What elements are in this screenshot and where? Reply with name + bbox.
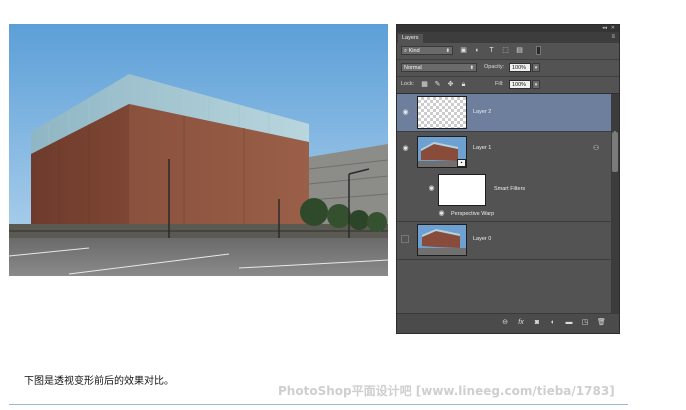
layer-name: Layer 0 [473, 236, 492, 242]
layers-list: ◉ Layer 2 ◉ ▪ Layer 1 ⚇ ◉ Smart Filters … [397, 94, 611, 315]
filter-name[interactable]: Perspective Warp [451, 211, 494, 217]
blend-mode-value: Normal [404, 65, 422, 71]
lock-brush-icon[interactable]: ✎ [433, 80, 442, 89]
lock-move-icon[interactable]: ✥ [446, 80, 455, 89]
chevron-down-icon: ⬍ [469, 65, 474, 71]
image-icon[interactable]: ▣ [459, 46, 468, 55]
filter-row: ⌕ Kind ⬍ ▣ ◐ T ⬚ ▤ [397, 43, 619, 60]
layers-bottom-toolbar: ⊖ fx ◙ ◐ ▬ ◳ 🗑︎ [397, 313, 619, 333]
opacity-slider-toggle[interactable]: ▾ [532, 63, 540, 72]
link-icon[interactable]: ⊖ [501, 319, 509, 327]
layers-scrollbar[interactable]: ▲ [611, 94, 619, 315]
layer-name: Layer 1 [473, 145, 492, 151]
fill-slider-toggle[interactable]: ▾ [532, 80, 540, 89]
blend-mode-dropdown[interactable]: Normal ⬍ [401, 63, 477, 72]
layer-thumbnail [417, 224, 467, 256]
fill-input[interactable]: 100% [509, 80, 531, 89]
layer-thumbnail [417, 96, 467, 129]
search-icon: ⌕ [404, 48, 408, 54]
folder-icon[interactable]: ▬ [565, 319, 573, 327]
lock-row: Lock: ▦ ✎ ✥ 🔒︎ Fill: 100% ▾ [397, 77, 619, 94]
opacity-input[interactable]: 100% [509, 63, 531, 72]
watermark-text: PhotoShop平面设计吧 [www.lineeg.com/tieba/178… [278, 384, 615, 398]
layer-row-layer-2[interactable]: ◉ Layer 2 [397, 94, 611, 132]
fill-label: Fill: [495, 81, 504, 87]
smart-filters-row[interactable]: ◉ Smart Filters ◉ Perspective Warp [397, 171, 611, 222]
filter-kind-label: Kind [408, 48, 420, 54]
layer-row-layer-0[interactable]: Layer 0 [397, 221, 611, 260]
layer-name: Layer 2 [473, 109, 492, 115]
blend-row: Normal ⬍ Opacity: 100% ▾ [397, 60, 619, 77]
trash-icon[interactable]: 🗑︎ [597, 319, 606, 327]
panel-tab-row: Layers ≡ [397, 32, 619, 43]
footer-divider [9, 404, 628, 405]
layer-thumbnail: ▪ [417, 136, 467, 168]
photo-preview [9, 24, 388, 276]
new-layer-icon[interactable]: ◳ [581, 319, 589, 327]
eye-icon[interactable]: ◉ [437, 209, 446, 218]
type-icon[interactable]: T [487, 46, 496, 55]
lock-label: Lock: [401, 81, 415, 87]
caption-text: 下图是透视变形前后的效果对比。 [24, 376, 174, 387]
layers-panel: ◂◂ ✕ Layers ≡ ⌕ Kind ⬍ ▣ ◐ T ⬚ ▤ Normal … [396, 24, 620, 334]
lock-all-icon[interactable]: 🔒︎ [459, 80, 468, 89]
eye-icon[interactable]: ◉ [401, 108, 410, 117]
lock-transparent-icon[interactable]: ▦ [420, 80, 429, 89]
visibility-toggle-off[interactable] [401, 235, 409, 243]
filter-toggle[interactable] [536, 46, 541, 55]
tab-layers[interactable]: Layers [398, 34, 423, 43]
eye-icon[interactable]: ◉ [401, 144, 410, 153]
shape-icon[interactable]: ⬚ [501, 46, 510, 55]
filter-kind-dropdown[interactable]: ⌕ Kind ⬍ [401, 46, 453, 55]
smart-filter-mask-thumbnail [438, 174, 486, 206]
close-icon[interactable]: ✕ [611, 25, 615, 32]
adjustment-icon[interactable]: ◐ [473, 46, 482, 55]
smart-filters-label: Smart Filters [494, 186, 526, 192]
layer-row-layer-1[interactable]: ◉ ▪ Layer 1 ⚇ [397, 131, 611, 171]
panel-menu-icon[interactable]: ≡ [611, 33, 615, 42]
scrollbar-thumb[interactable] [612, 132, 618, 172]
panel-title-bar: ◂◂ ✕ [397, 25, 619, 32]
opacity-label: Opacity: [484, 64, 505, 70]
chevron-down-icon: ⬍ [445, 48, 450, 54]
fx-icon[interactable]: fx [517, 319, 525, 327]
smart-object-icon[interactable]: ▤ [515, 46, 524, 55]
mask-icon[interactable]: ◙ [533, 319, 541, 327]
adjustment-layer-icon[interactable]: ◐ [549, 319, 557, 327]
smart-object-badge-icon: ▪ [457, 159, 466, 167]
smart-filter-indicator-icon[interactable]: ⚇ [593, 144, 599, 152]
collapse-icon[interactable]: ◂◂ [602, 25, 607, 32]
eye-icon[interactable]: ◉ [427, 184, 436, 193]
